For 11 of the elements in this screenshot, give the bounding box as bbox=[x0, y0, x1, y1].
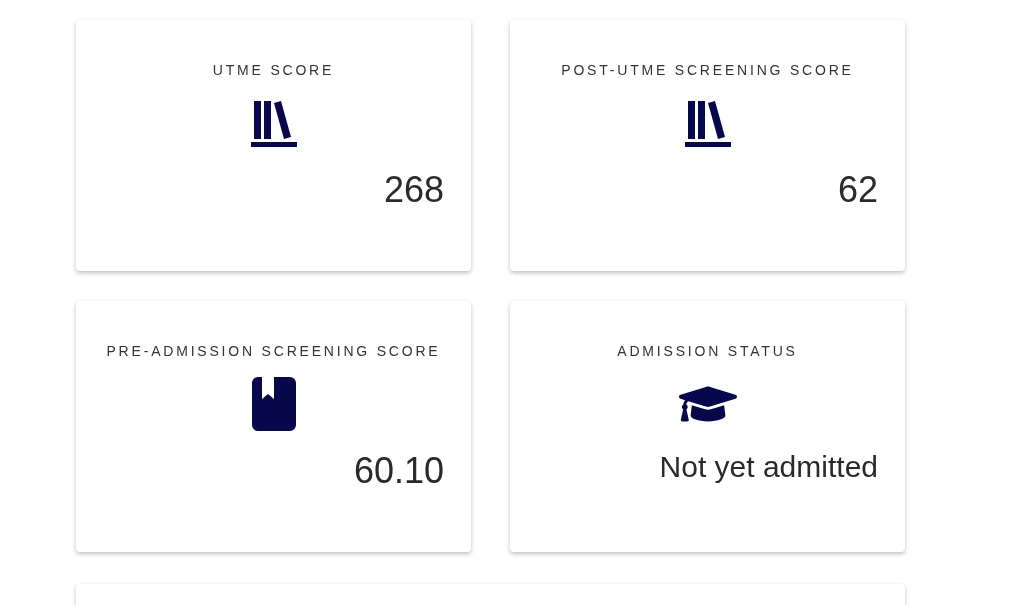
card-title: ADMISSION STATUS bbox=[617, 342, 798, 361]
score-value: 268 bbox=[383, 169, 444, 210]
books-icon bbox=[683, 99, 732, 147]
card-title: POST-UTME SCREENING SCORE bbox=[561, 61, 854, 80]
score-value: 62 bbox=[837, 169, 878, 210]
book-icon bbox=[251, 377, 296, 431]
score-value: 60.10 bbox=[353, 450, 444, 491]
card-title: PRE-ADMISSION SCREENING SCORE bbox=[106, 342, 441, 361]
card-title: UTME SCORE bbox=[212, 61, 335, 80]
status-text: Not yet admitted bbox=[659, 450, 878, 483]
books-icon bbox=[249, 99, 298, 147]
